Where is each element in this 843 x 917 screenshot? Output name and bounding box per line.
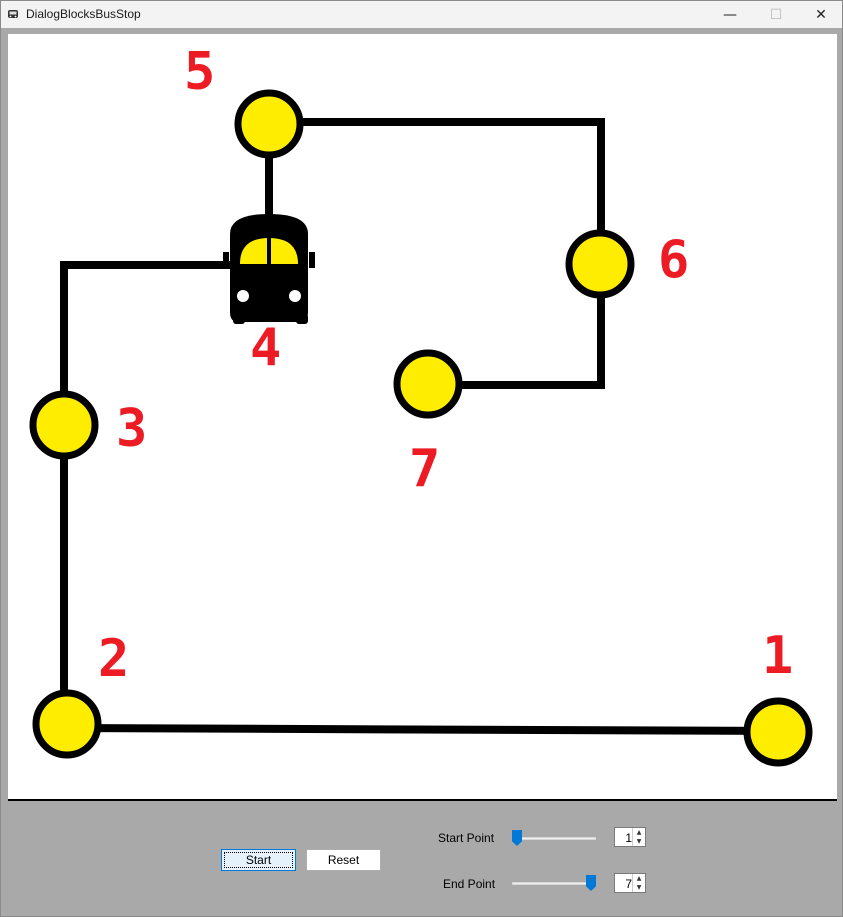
start-button[interactable]: Start [221,849,296,871]
spin-value[interactable]: 1 [618,831,632,845]
route-segment [265,118,605,267]
stop-circle[interactable] [393,349,463,419]
title-bar[interactable]: DialogBlocksBusStop — ☐ ✕ [1,1,842,28]
bus-icon [223,214,315,324]
window-title: DialogBlocksBusStop [26,7,141,21]
control-panel: Start Reset Start Point 1 ▲ ▼ End Point … [1,806,842,916]
stop-circle[interactable] [234,89,304,159]
stop-3[interactable]: 3 [29,390,147,460]
bus-route-canvas: 1 2 3 4 5 6 7 [8,34,837,801]
stop-6[interactable]: 6 [565,229,689,299]
spin-up-icon[interactable]: ▲ [633,874,645,883]
route-segment [62,723,783,736]
stop-label: 3 [116,399,147,459]
stop-5[interactable]: 5 [184,42,304,159]
slider-track [512,882,596,885]
stop-label: 7 [409,439,440,499]
start-point-slider[interactable] [512,828,596,848]
stop-circle[interactable] [565,229,635,299]
stop-circle[interactable] [743,697,813,767]
stop-label: 4 [250,318,281,378]
slider-thumb[interactable] [512,830,522,846]
route-map: 1 2 3 4 5 6 7 [29,42,813,767]
end-point-slider[interactable] [512,873,596,893]
spin-arrows[interactable]: ▲ ▼ [632,828,645,846]
stop-7[interactable]: 7 [393,349,463,499]
end-point-spin[interactable]: 7 ▲ ▼ [614,873,646,893]
spin-value[interactable]: 7 [618,877,632,891]
slider-track [512,837,596,840]
spin-arrows[interactable]: ▲ ▼ [632,874,645,892]
stop-label: 1 [762,626,793,686]
reset-button[interactable]: Reset [306,849,381,871]
stop-label: 2 [98,629,129,689]
end-point-label: End Point [443,877,496,891]
start-point-spin[interactable]: 1 ▲ ▼ [614,827,646,847]
start-point-label: Start Point [438,831,495,845]
client-area: 1 2 3 4 5 6 7 Start Reset Start Point 1 … [1,28,842,916]
spin-up-icon[interactable]: ▲ [633,828,645,837]
spin-down-icon[interactable]: ▼ [633,837,645,846]
close-button[interactable]: ✕ [798,1,843,28]
bus-app-icon [8,10,18,18]
route-path [60,118,783,736]
stop-2[interactable]: 2 [32,629,129,759]
slider-thumb[interactable] [586,875,596,891]
app-window: DialogBlocksBusStop — ☐ ✕ 1 2 3 4 5 6 7 … [0,0,843,917]
minimize-button[interactable]: — [707,1,753,28]
maximize-button[interactable]: ☐ [753,1,799,28]
stop-label: 6 [658,230,689,290]
stop-label: 5 [184,42,215,102]
stop-1[interactable]: 1 [743,626,813,767]
stop-circle[interactable] [29,390,99,460]
spin-down-icon[interactable]: ▼ [633,883,645,892]
stop-circle[interactable] [32,689,102,759]
